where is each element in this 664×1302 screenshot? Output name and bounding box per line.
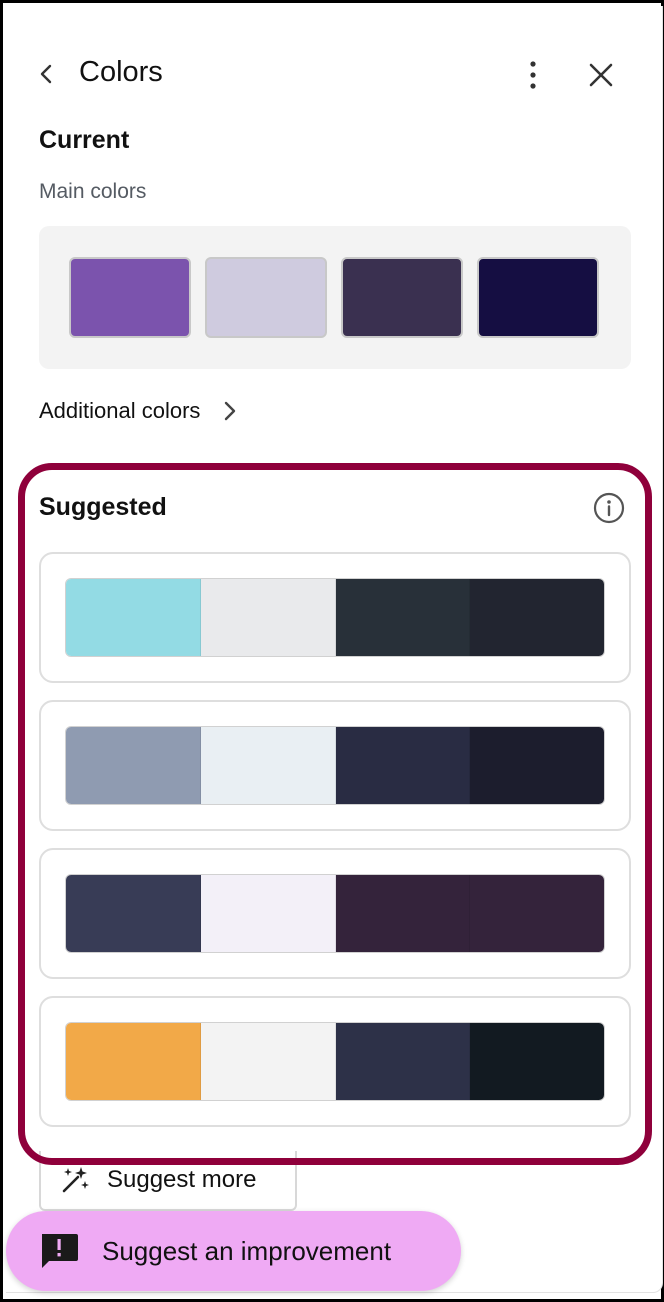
screenshot-frame: Colors Current Main colors Additional co… bbox=[0, 0, 664, 1302]
suggest-improvement-button[interactable]: Suggest an improvement bbox=[6, 1211, 461, 1291]
close-button[interactable] bbox=[584, 58, 618, 92]
main-colors-group bbox=[39, 226, 631, 369]
chevron-left-icon bbox=[40, 64, 52, 84]
more-vertical-icon bbox=[530, 61, 536, 89]
suggest-more-label: Suggest more bbox=[107, 1166, 257, 1193]
close-icon bbox=[589, 63, 613, 87]
main-color-swatch-4[interactable] bbox=[477, 257, 599, 338]
current-section-title: Current bbox=[39, 126, 130, 154]
suggest-improvement-label: Suggest an improvement bbox=[102, 1235, 392, 1266]
main-color-swatch-3[interactable] bbox=[341, 257, 463, 338]
main-color-swatch-2[interactable] bbox=[205, 257, 327, 338]
chevron-right-icon bbox=[225, 401, 236, 421]
magic-wand-icon bbox=[62, 1167, 89, 1193]
suggested-highlight-outline bbox=[18, 463, 652, 1165]
more-options-button[interactable] bbox=[516, 56, 550, 94]
main-colors-label: Main colors bbox=[39, 180, 147, 203]
feedback-icon bbox=[42, 1234, 78, 1268]
back-button[interactable] bbox=[31, 59, 61, 89]
page-title: Colors bbox=[79, 56, 163, 88]
additional-colors-link[interactable]: Additional colors bbox=[39, 398, 244, 424]
main-color-swatch-1[interactable] bbox=[69, 257, 191, 338]
additional-colors-label: Additional colors bbox=[39, 398, 201, 423]
